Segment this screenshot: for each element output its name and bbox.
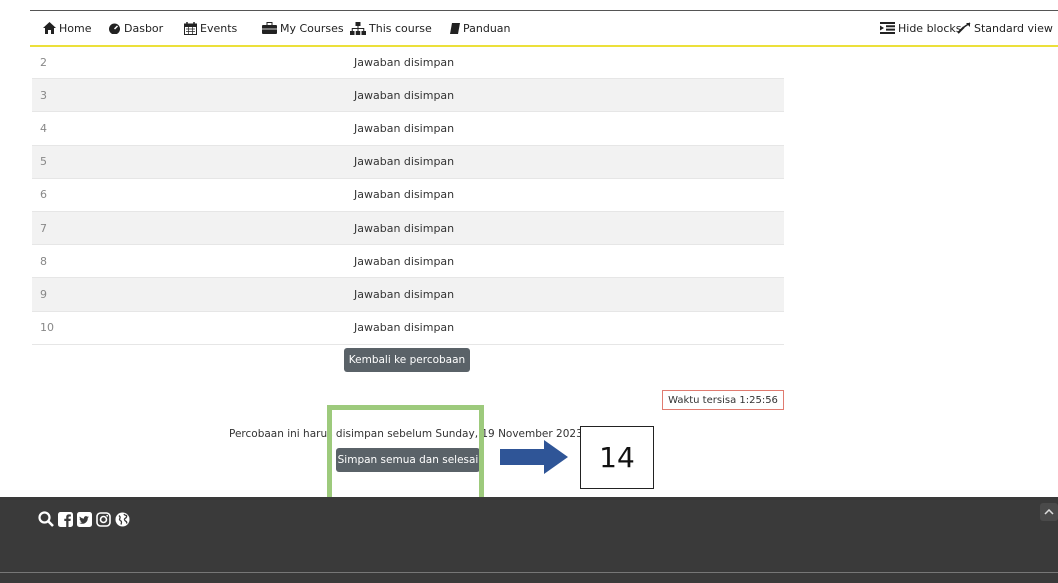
answer-status: Jawaban disimpan (354, 221, 455, 235)
table-row: 2 Jawaban disimpan (32, 46, 784, 80)
nav-this-course[interactable]: This course (350, 11, 432, 45)
answer-status: Jawaban disimpan (354, 88, 455, 102)
hide-blocks-label: Hide blocks (898, 21, 962, 35)
chevron-up-icon (1044, 509, 1054, 515)
nav-my-courses-label: My Courses (280, 21, 344, 35)
hide-blocks-button[interactable]: Hide blocks (880, 11, 962, 45)
scroll-to-top-button[interactable] (1040, 503, 1058, 521)
nav-this-course-label: This course (369, 21, 432, 35)
table-row: 3 Jawaban disimpan (32, 79, 784, 113)
answer-status: Jawaban disimpan (354, 121, 455, 135)
page-footer (0, 497, 1058, 583)
twitter-icon[interactable] (76, 511, 92, 527)
standard-view-button[interactable]: Standard view (957, 11, 1053, 45)
question-number[interactable]: 9 (32, 288, 354, 301)
facebook-icon[interactable] (57, 511, 73, 527)
table-row: 5 Jawaban disimpan (32, 145, 784, 179)
table-row: 4 Jawaban disimpan (32, 112, 784, 146)
answer-status: Jawaban disimpan (354, 321, 455, 335)
sitemap-icon (350, 21, 366, 35)
standard-view-label: Standard view (974, 21, 1053, 35)
quiz-summary-table: 2 Jawaban disimpan 3 Jawaban disimpan 4 Jawab… (32, 46, 784, 345)
footer-divider (0, 572, 1058, 573)
indent-icon (880, 22, 895, 34)
nav-home-label: Home (59, 21, 92, 35)
question-number[interactable]: 5 (32, 155, 354, 168)
briefcase-icon (262, 22, 277, 34)
answer-status: Jawaban disimpan (354, 287, 455, 301)
step-number-box: 14 (580, 426, 654, 489)
nav-panduan[interactable]: Panduan (450, 11, 511, 45)
answer-status: Jawaban disimpan (354, 55, 455, 69)
search-icon[interactable] (38, 511, 54, 527)
arrow-right-icon (500, 440, 568, 474)
nav-events[interactable]: Events (184, 11, 237, 45)
nav-events-label: Events (200, 21, 238, 35)
table-row: 6 Jawaban disimpan (32, 179, 784, 212)
table-row: 10 Jawaban disimpan (32, 312, 784, 345)
globe-icon[interactable] (114, 511, 130, 527)
question-number[interactable]: 4 (32, 122, 354, 135)
question-number[interactable]: 7 (32, 222, 354, 235)
table-row: 7 Jawaban disimpan (32, 211, 784, 246)
table-row: 8 Jawaban disimpan (32, 245, 784, 279)
nav-dasbor[interactable]: Dasbor (108, 11, 163, 45)
question-number[interactable]: 3 (32, 89, 354, 102)
top-navbar: Home Dasbor Events My Courses This cours… (30, 10, 1058, 47)
question-number[interactable]: 6 (32, 188, 354, 201)
expand-icon (957, 22, 971, 34)
nav-dasbor-label: Dasbor (124, 21, 164, 35)
calendar-icon (184, 21, 197, 35)
nav-home[interactable]: Home (43, 11, 91, 45)
dashboard-icon (109, 23, 120, 34)
book-icon (450, 22, 460, 34)
nav-panduan-label: Panduan (463, 21, 511, 35)
time-remaining-badge: Waktu tersisa 1:25:56 (662, 390, 784, 410)
answer-status: Jawaban disimpan (354, 254, 455, 268)
home-icon (43, 22, 56, 34)
answer-status: Jawaban disimpan (354, 155, 455, 169)
return-to-attempt-button[interactable]: Kembali ke percobaan (344, 348, 470, 372)
instagram-icon[interactable] (95, 511, 111, 527)
question-number[interactable]: 10 (32, 321, 354, 334)
table-row: 9 Jawaban disimpan (32, 278, 784, 312)
question-number[interactable]: 8 (32, 255, 354, 268)
answer-status: Jawaban disimpan (354, 188, 455, 202)
highlight-frame (327, 405, 484, 504)
nav-my-courses[interactable]: My Courses (262, 11, 344, 45)
question-number[interactable]: 2 (32, 56, 354, 69)
